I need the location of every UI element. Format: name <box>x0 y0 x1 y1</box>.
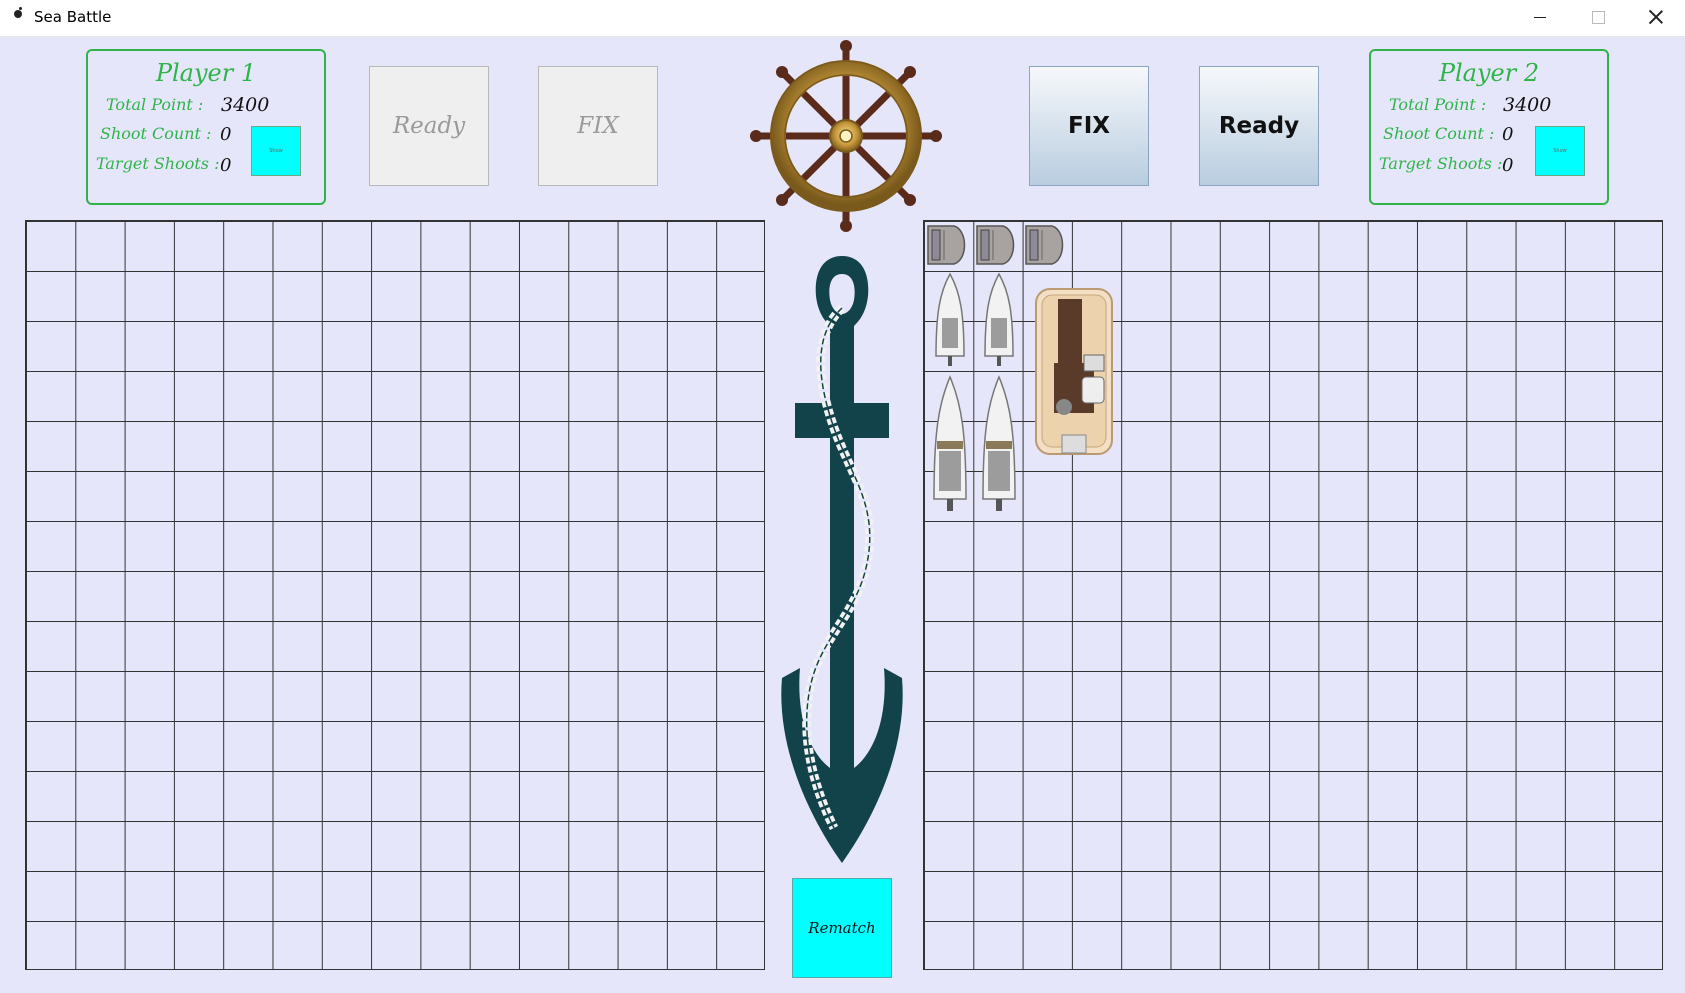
rematch-button[interactable]: Rematch <box>792 878 892 978</box>
ship-wheel-icon <box>750 40 942 232</box>
close-button[interactable] <box>1627 0 1685 34</box>
pontoon-boat-icon <box>1035 288 1113 455</box>
player1-show-button[interactable]: Show <box>251 126 301 176</box>
dinghy-icon <box>976 225 1015 265</box>
player1-board[interactable] <box>25 220 765 970</box>
player1-total-label: Total Point : <box>106 95 204 114</box>
player2-target-label: Target Shoots : <box>1379 154 1503 173</box>
window-title: Sea Battle <box>34 8 112 26</box>
maximize-button[interactable] <box>1569 0 1627 34</box>
speedboat-icon <box>982 375 1016 511</box>
player1-fix-button[interactable]: FIX <box>538 66 658 186</box>
minimize-button[interactable] <box>1511 0 1569 34</box>
player2-fix-button[interactable]: FIX <box>1029 66 1149 186</box>
player1-panel: Player 1 Total Point : 3400 Shoot Count … <box>86 49 326 205</box>
player2-show-button[interactable]: Show <box>1535 126 1585 176</box>
speedboat-icon <box>933 375 967 511</box>
player2-panel: Player 2 Total Point : 3400 Shoot Count … <box>1369 49 1609 205</box>
app-icon <box>14 7 22 18</box>
player2-name: Player 2 <box>1438 59 1540 87</box>
speedboat-icon <box>935 272 965 366</box>
player1-target-label: Target Shoots : <box>96 154 220 173</box>
player1-ready-button[interactable]: Ready <box>369 66 489 186</box>
player2-shoot-value: 0 <box>1502 124 1514 145</box>
dinghy-icon <box>1025 225 1064 265</box>
player2-shoot-label: Shoot Count : <box>1383 124 1495 143</box>
window-titlebar: Sea Battle <box>0 0 1685 37</box>
minimize-icon <box>1534 16 1546 18</box>
player2-ready-button[interactable]: Ready <box>1199 66 1319 186</box>
player1-shoot-label: Shoot Count : <box>100 124 212 143</box>
anchor-icon <box>781 256 903 863</box>
speedboat-icon <box>984 272 1014 366</box>
player2-target-value: 0 <box>1502 155 1514 176</box>
player2-total-label: Total Point : <box>1389 95 1487 114</box>
player1-total-value: 3400 <box>221 94 270 116</box>
player1-target-value: 0 <box>220 155 232 176</box>
close-icon <box>1649 10 1663 24</box>
player2-total-value: 3400 <box>1503 94 1552 116</box>
player1-shoot-value: 0 <box>220 124 232 145</box>
player1-name: Player 1 <box>155 59 257 87</box>
dinghy-icon <box>927 225 966 265</box>
maximize-icon <box>1591 10 1605 24</box>
